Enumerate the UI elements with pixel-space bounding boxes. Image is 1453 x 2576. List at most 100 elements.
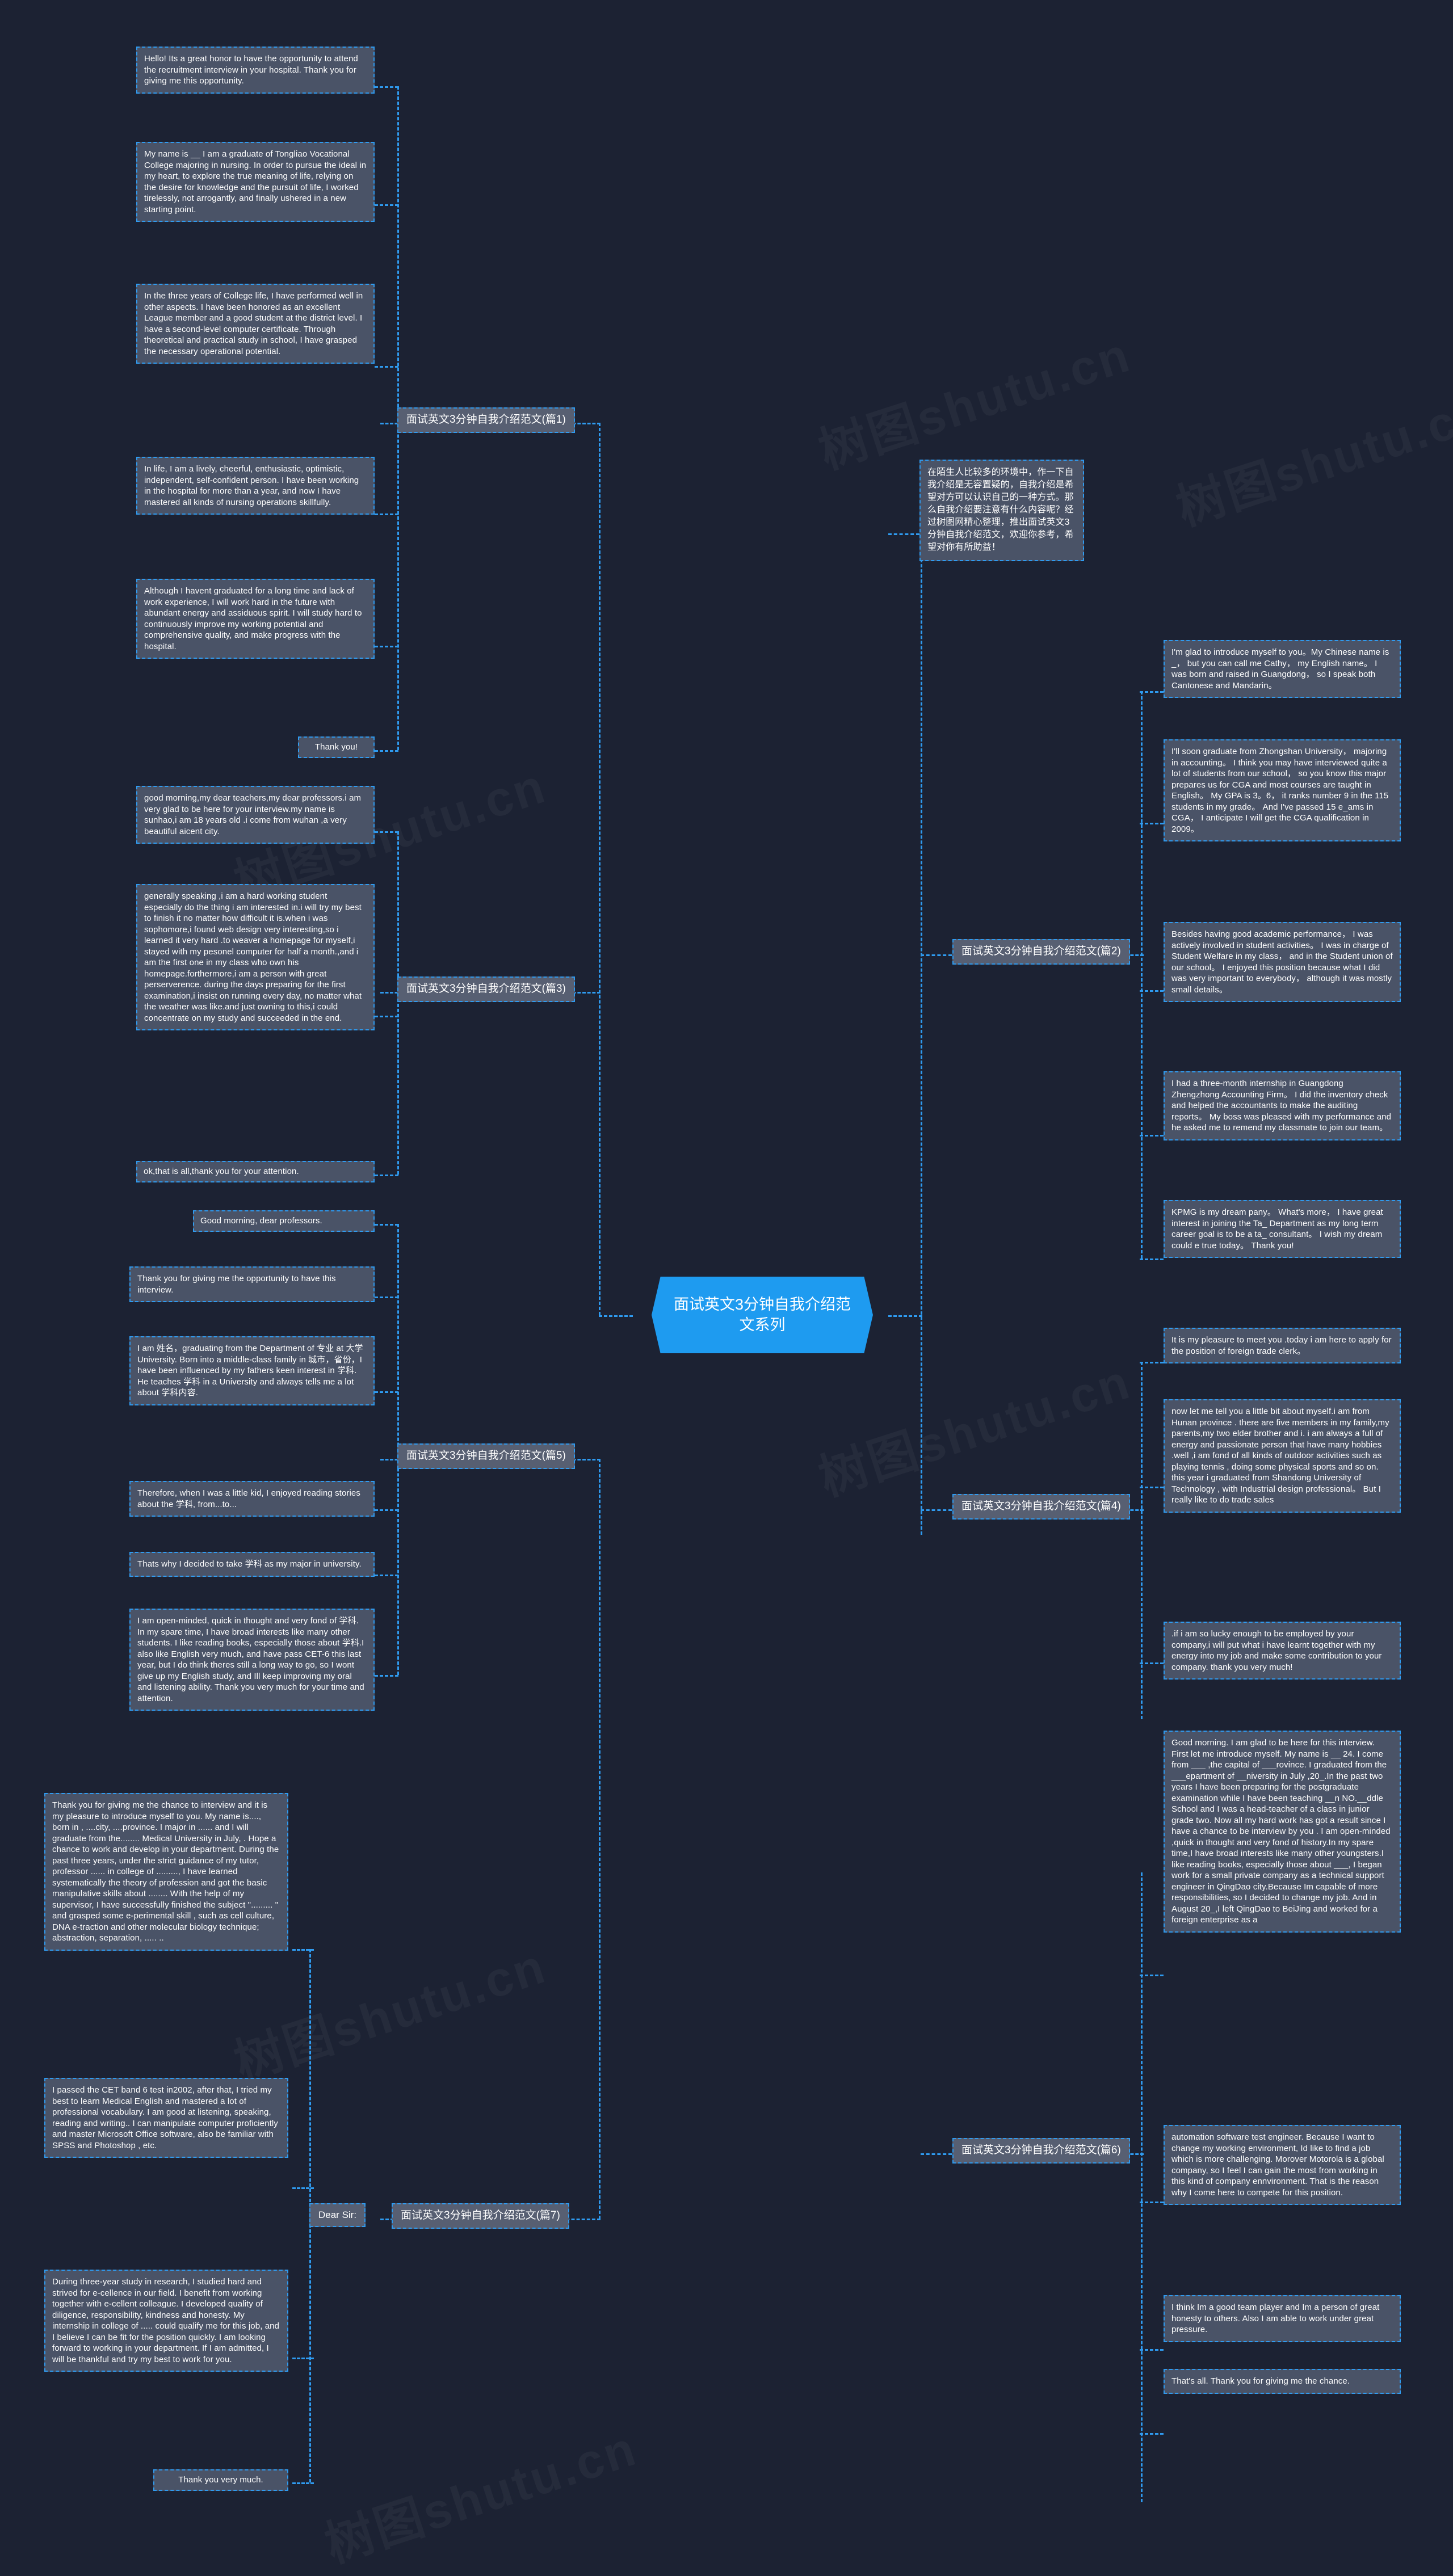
branch-label: 面试英文3分钟自我介绍范文(篇1) xyxy=(406,414,566,426)
mindmap-canvas: 树图shutu.cn 树图shutu.cn 树图shutu.cn 树图shutu… xyxy=(0,0,1453,2573)
note-p1-3[interactable]: In the three years of College life, I ha… xyxy=(136,284,375,364)
note-p4-2[interactable]: now let me tell you a little bit about m… xyxy=(1164,1399,1401,1513)
connector xyxy=(599,1315,633,1317)
branch-piece-5[interactable]: 面试英文3分钟自我介绍范文(篇5) xyxy=(397,1443,575,1469)
note-p5-4[interactable]: Therefore, when I was a little kid, I en… xyxy=(129,1481,375,1517)
branch-dear-sir[interactable]: Dear Sir: xyxy=(309,2203,366,2228)
connector xyxy=(1140,1258,1164,1260)
connector xyxy=(292,1949,314,1951)
connector xyxy=(888,1315,922,1317)
connector xyxy=(375,1224,398,1226)
connector xyxy=(375,1509,398,1511)
connector xyxy=(1140,990,1164,992)
note-p4-3[interactable]: .if i am so lucky enough to be employed … xyxy=(1164,1622,1401,1680)
note-p2-2[interactable]: I'll soon graduate from Zhongshan Univer… xyxy=(1164,739,1401,841)
note-p2-3[interactable]: Besides having good academic performance… xyxy=(1164,922,1401,1002)
connector xyxy=(375,831,398,833)
connector xyxy=(1140,2349,1164,2351)
branch-piece-7[interactable]: 面试英文3分钟自我介绍范文(篇7) xyxy=(392,2203,569,2229)
watermark: 树图shutu.cn xyxy=(224,1926,554,2094)
branch-label: 面试英文3分钟自我介绍范文(篇3) xyxy=(406,983,566,995)
connector xyxy=(599,1459,600,2219)
note-p1-4[interactable]: In life, I am a lively, cheerful, enthus… xyxy=(136,457,375,515)
connector xyxy=(375,513,398,515)
connector xyxy=(921,2153,952,2155)
note-p6-1[interactable]: Good morning. I am glad to be here for t… xyxy=(1164,1731,1401,1933)
note-p1-5[interactable]: Although I havent graduated for a long t… xyxy=(136,579,375,659)
watermark: 树图shutu.cn xyxy=(809,315,1139,482)
note-p2-5[interactable]: KPMG is my dream pany。 What's more， I ha… xyxy=(1164,1200,1401,1258)
connector xyxy=(375,750,398,752)
branch-piece-2[interactable]: 面试英文3分钟自我介绍范文(篇2) xyxy=(952,939,1130,965)
note-p2-4[interactable]: I had a three-month internship in Guangd… xyxy=(1164,1071,1401,1140)
connector xyxy=(292,2482,314,2484)
note-p4-1[interactable]: It is my pleasure to meet you .today i a… xyxy=(1164,1328,1401,1363)
note-p5-3[interactable]: I am 姓名，graduating from the Department o… xyxy=(129,1336,375,1405)
branch-piece-3[interactable]: 面试英文3分钟自我介绍范文(篇3) xyxy=(397,976,575,1002)
note-p5-1[interactable]: Good morning, dear professors. xyxy=(193,1210,375,1232)
note-p1-2[interactable]: My name is __ I am a graduate of Tonglia… xyxy=(136,142,375,222)
connector xyxy=(1140,1135,1164,1137)
connector xyxy=(375,86,398,88)
connector xyxy=(921,1509,952,1511)
connector xyxy=(1140,1975,1164,1976)
central-topic[interactable]: 面试英文3分钟自我介绍范文系列 xyxy=(652,1277,873,1353)
connector xyxy=(888,533,919,535)
connector xyxy=(921,954,952,956)
connector xyxy=(292,2358,314,2359)
intro-note[interactable]: 在陌生人比较多的环境中，作一下自我介绍是无容置疑的，自我介绍是希望对方可以认识自… xyxy=(919,460,1084,561)
note-p6-3[interactable]: I think Im a good team player and Im a p… xyxy=(1164,2295,1401,2342)
note-p1-6[interactable]: Thank you! xyxy=(298,736,375,758)
branch-label: 面试英文3分钟自我介绍范文(篇7) xyxy=(401,2209,560,2221)
watermark: 树图shutu.cn xyxy=(809,1342,1139,1509)
connector xyxy=(375,1175,398,1176)
branch-label: 面试英文3分钟自我介绍范文(篇6) xyxy=(961,2144,1121,2156)
connector xyxy=(375,1016,398,1017)
connector xyxy=(375,204,398,206)
note-p5-6[interactable]: I am open-minded, quick in thought and v… xyxy=(129,1609,375,1711)
connector xyxy=(1140,691,1164,693)
branch-piece-1[interactable]: 面试英文3分钟自我介绍范文(篇1) xyxy=(397,407,575,433)
watermark: 树图shutu.cn xyxy=(1166,372,1453,539)
branch-label: 面试英文3分钟自我介绍范文(篇5) xyxy=(406,1450,566,1462)
branch-label: Dear Sir: xyxy=(318,2209,357,2220)
note-p1-1[interactable]: Hello! Its a great honor to have the opp… xyxy=(136,47,375,94)
note-p6-4[interactable]: That's all. Thank you for giving me the … xyxy=(1164,2369,1401,2394)
connector xyxy=(375,646,398,647)
note-p2-1[interactable]: I'm glad to introduce myself to you。My C… xyxy=(1164,640,1401,698)
connector xyxy=(1140,1662,1164,1664)
note-p7-4[interactable]: Thank you very much. xyxy=(153,2469,288,2491)
branch-piece-6[interactable]: 面试英文3分钟自我介绍范文(篇6) xyxy=(952,2138,1130,2163)
connector xyxy=(375,1675,398,1677)
connector xyxy=(375,1575,398,1576)
note-p7-1[interactable]: Thank you for giving me the chance to in… xyxy=(44,1793,288,1951)
note-p7-2[interactable]: I passed the CET band 6 test in2002, aft… xyxy=(44,2078,288,2158)
connector xyxy=(1141,1362,1143,1719)
watermark: 树图shutu.cn xyxy=(315,2409,645,2576)
note-p3-1[interactable]: good morning,my dear teachers,my dear pr… xyxy=(136,786,375,844)
connector xyxy=(375,366,398,368)
connector xyxy=(292,2187,314,2189)
note-p3-2[interactable]: generally speaking ,i am a hard working … xyxy=(136,884,375,1030)
connector xyxy=(1140,2433,1164,2435)
connector xyxy=(397,831,399,1175)
connector xyxy=(1140,823,1164,824)
connector xyxy=(375,1297,398,1298)
note-p6-2[interactable]: automation software test engineer. Becau… xyxy=(1164,2125,1401,2205)
connector xyxy=(599,423,600,1315)
connector xyxy=(375,1391,398,1393)
note-p5-2[interactable]: Thank you for giving me the opportunity … xyxy=(129,1266,375,1302)
connector xyxy=(1141,691,1143,1258)
note-p5-5[interactable]: Thats why I decided to take 学科 as my maj… xyxy=(129,1552,375,1577)
note-p3-3[interactable]: ok,that is all,thank you for your attent… xyxy=(136,1161,375,1182)
connector xyxy=(921,533,922,1535)
branch-label: 面试英文3分钟自我介绍范文(篇4) xyxy=(961,1500,1121,1512)
branch-label: 面试英文3分钟自我介绍范文(篇2) xyxy=(961,945,1121,957)
connector xyxy=(1140,1362,1164,1363)
central-topic-label: 面试英文3分钟自我介绍范文系列 xyxy=(673,1295,851,1333)
branch-piece-4[interactable]: 面试英文3分钟自我介绍范文(篇4) xyxy=(952,1494,1130,1519)
connector xyxy=(1140,1487,1164,1488)
connector xyxy=(1140,2202,1164,2203)
connector xyxy=(1141,1872,1143,2502)
note-p7-3[interactable]: During three-year study in research, I s… xyxy=(44,2270,288,2372)
